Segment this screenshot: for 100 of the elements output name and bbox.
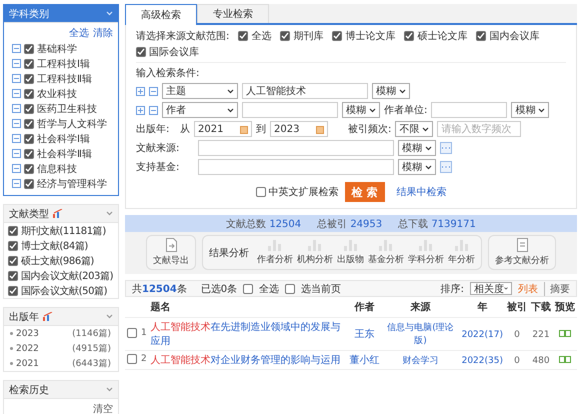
citation-dropdown[interactable]: 不限 bbox=[395, 121, 434, 137]
remove-icon[interactable] bbox=[149, 86, 158, 96]
checkbox[interactable] bbox=[24, 118, 34, 128]
search-in-results-link[interactable]: 结果中检索 bbox=[396, 185, 446, 199]
chevron-down-icon[interactable] bbox=[227, 108, 234, 112]
match-dropdown[interactable]: 模糊 bbox=[511, 102, 550, 118]
search-input[interactable]: 人工智能技术 bbox=[242, 83, 368, 99]
checkbox[interactable] bbox=[256, 187, 266, 197]
sort-dropdown[interactable]: 相关度 bbox=[470, 282, 512, 295]
expand-icon[interactable] bbox=[12, 164, 21, 173]
reference-analysis-button[interactable]: 参考文献分析 bbox=[495, 238, 549, 267]
article-title-link[interactable]: 人工智能技术在先进制造业领域中的发展与应用 bbox=[150, 320, 346, 348]
checkbox[interactable] bbox=[24, 134, 34, 144]
expand-icon[interactable] bbox=[12, 89, 21, 98]
checkbox[interactable] bbox=[404, 31, 414, 41]
checkbox[interactable] bbox=[8, 270, 18, 280]
expand-icon[interactable] bbox=[12, 149, 21, 158]
chevron-down-icon[interactable] bbox=[425, 146, 432, 150]
tab[interactable]: 高级检索 bbox=[125, 4, 197, 25]
book-icon[interactable] bbox=[558, 354, 571, 362]
calendar-icon[interactable] bbox=[316, 124, 324, 134]
chevron-down-icon[interactable] bbox=[227, 88, 234, 94]
fund-input[interactable] bbox=[198, 159, 394, 175]
checkbox[interactable] bbox=[136, 47, 146, 57]
checkbox[interactable] bbox=[8, 286, 18, 296]
expand-icon[interactable] bbox=[12, 104, 21, 113]
source-label: 全选 bbox=[251, 30, 272, 43]
year-link[interactable]: 2022(17) bbox=[462, 330, 503, 340]
checkbox[interactable] bbox=[8, 256, 18, 266]
analysis-button[interactable]: 年分析 bbox=[448, 240, 475, 266]
checkbox[interactable] bbox=[8, 226, 18, 236]
match-dropdown[interactable]: 模糊 bbox=[398, 159, 436, 175]
source-input[interactable] bbox=[198, 140, 394, 156]
analysis-button[interactable]: 作者分析 bbox=[257, 240, 293, 266]
checkbox[interactable] bbox=[24, 58, 34, 68]
doc-type-label: 国际会议文献(50篇) bbox=[21, 284, 108, 298]
calendar-icon[interactable] bbox=[240, 124, 248, 134]
date-field[interactable]: 2021 bbox=[194, 121, 252, 137]
checkbox[interactable] bbox=[24, 178, 34, 188]
analysis-button[interactable]: 出版物 bbox=[337, 240, 364, 266]
expand-icon[interactable] bbox=[12, 119, 21, 128]
checkbox[interactable] bbox=[476, 31, 486, 41]
checkbox[interactable] bbox=[24, 74, 34, 84]
clear-link[interactable]: 清空 bbox=[93, 402, 113, 414]
book-icon[interactable] bbox=[558, 328, 571, 336]
checkbox[interactable] bbox=[24, 104, 34, 114]
match-dropdown[interactable]: 模糊 bbox=[398, 140, 436, 156]
add-icon[interactable] bbox=[136, 106, 145, 114]
author-link[interactable]: 董小红 bbox=[349, 355, 380, 366]
chevron-down-icon[interactable] bbox=[369, 108, 376, 112]
field-dropdown[interactable]: 主题 bbox=[162, 83, 238, 99]
chevron-down-icon[interactable] bbox=[399, 88, 406, 94]
expand-icon[interactable] bbox=[12, 74, 21, 83]
view-link[interactable]: 摘要 bbox=[544, 282, 570, 296]
checkbox[interactable] bbox=[24, 148, 34, 158]
chart-icon[interactable] bbox=[53, 209, 63, 218]
checkbox[interactable] bbox=[24, 164, 34, 174]
year-link[interactable]: 2022(35) bbox=[462, 356, 503, 366]
analysis-button[interactable]: 学科分析 bbox=[408, 240, 444, 266]
more-icon[interactable] bbox=[440, 161, 452, 173]
source-link[interactable]: 信息与电脑(理论版) bbox=[383, 321, 458, 347]
year-link[interactable]: 2021 bbox=[16, 358, 39, 368]
remove-icon[interactable] bbox=[149, 106, 158, 114]
checkbox[interactable] bbox=[243, 284, 254, 294]
analysis-button[interactable]: 基金分析 bbox=[368, 240, 404, 266]
checkbox[interactable] bbox=[24, 44, 34, 54]
checkbox[interactable] bbox=[280, 31, 290, 41]
analysis-button[interactable]: 机构分析 bbox=[297, 240, 333, 266]
chevron-down-icon[interactable] bbox=[538, 108, 546, 112]
year-link[interactable]: 2023 bbox=[16, 328, 39, 338]
checkbox[interactable] bbox=[8, 240, 18, 250]
chevron-down-icon[interactable] bbox=[425, 164, 432, 170]
more-icon[interactable] bbox=[440, 142, 452, 154]
article-title-link[interactable]: 人工智能技术对企业财务管理的影响与运用 bbox=[150, 353, 346, 367]
match-dropdown[interactable]: 模糊 bbox=[372, 83, 410, 99]
author-link[interactable]: 王东 bbox=[354, 329, 374, 340]
checkbox[interactable] bbox=[285, 284, 296, 294]
chart-icon[interactable] bbox=[43, 312, 53, 321]
date-field[interactable]: 2023 bbox=[270, 121, 328, 137]
year-link[interactable]: 2022 bbox=[16, 344, 39, 354]
tab[interactable]: 专业检索 bbox=[197, 4, 269, 23]
affiliation-input[interactable] bbox=[431, 102, 508, 118]
clear-link[interactable]: 清除 bbox=[93, 26, 113, 40]
expand-icon[interactable] bbox=[12, 179, 21, 188]
checkbox[interactable] bbox=[24, 88, 34, 98]
checkbox[interactable] bbox=[238, 31, 248, 41]
source-link[interactable]: 财会学习 bbox=[383, 354, 458, 366]
expand-icon[interactable] bbox=[12, 59, 21, 68]
match-dropdown[interactable]: 模糊 bbox=[342, 102, 380, 118]
export-button[interactable]: 文献导出 bbox=[153, 238, 189, 267]
search-input[interactable] bbox=[242, 102, 338, 118]
select-all-link[interactable]: 全选 bbox=[69, 26, 89, 40]
checkbox[interactable] bbox=[332, 31, 342, 41]
chevron-down-icon[interactable] bbox=[422, 126, 430, 132]
expand-icon[interactable] bbox=[12, 134, 21, 143]
checkbox[interactable] bbox=[127, 328, 137, 338]
checkbox[interactable] bbox=[127, 354, 137, 364]
expand-icon[interactable] bbox=[12, 44, 21, 53]
field-dropdown[interactable]: 作者 bbox=[162, 102, 238, 118]
add-icon[interactable] bbox=[136, 86, 145, 96]
